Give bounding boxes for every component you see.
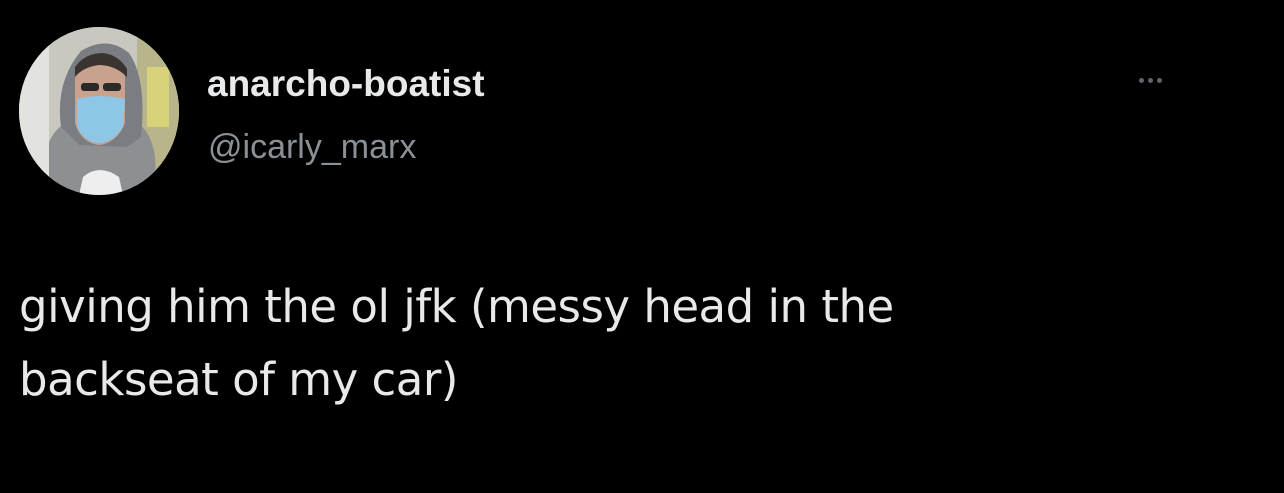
author-display-name[interactable]: anarcho-boatist (207, 62, 485, 106)
tweet-card: anarcho-boatist @icarly_marx giving him … (0, 0, 1284, 493)
tweet-text-line: backseat of my car) (19, 353, 458, 406)
author-handle[interactable]: @icarly_marx (208, 127, 416, 167)
more-dot (1138, 77, 1144, 83)
avatar-photo (19, 27, 179, 195)
more-options-icon[interactable] (1126, 66, 1174, 94)
author-avatar[interactable] (19, 27, 179, 195)
more-dot (1156, 77, 1162, 83)
tweet-text-line: giving him the ol jfk (messy head in the (19, 280, 894, 333)
more-dot (1147, 77, 1153, 83)
tweet-text: giving him the ol jfk (messy head in the… (19, 270, 1259, 416)
